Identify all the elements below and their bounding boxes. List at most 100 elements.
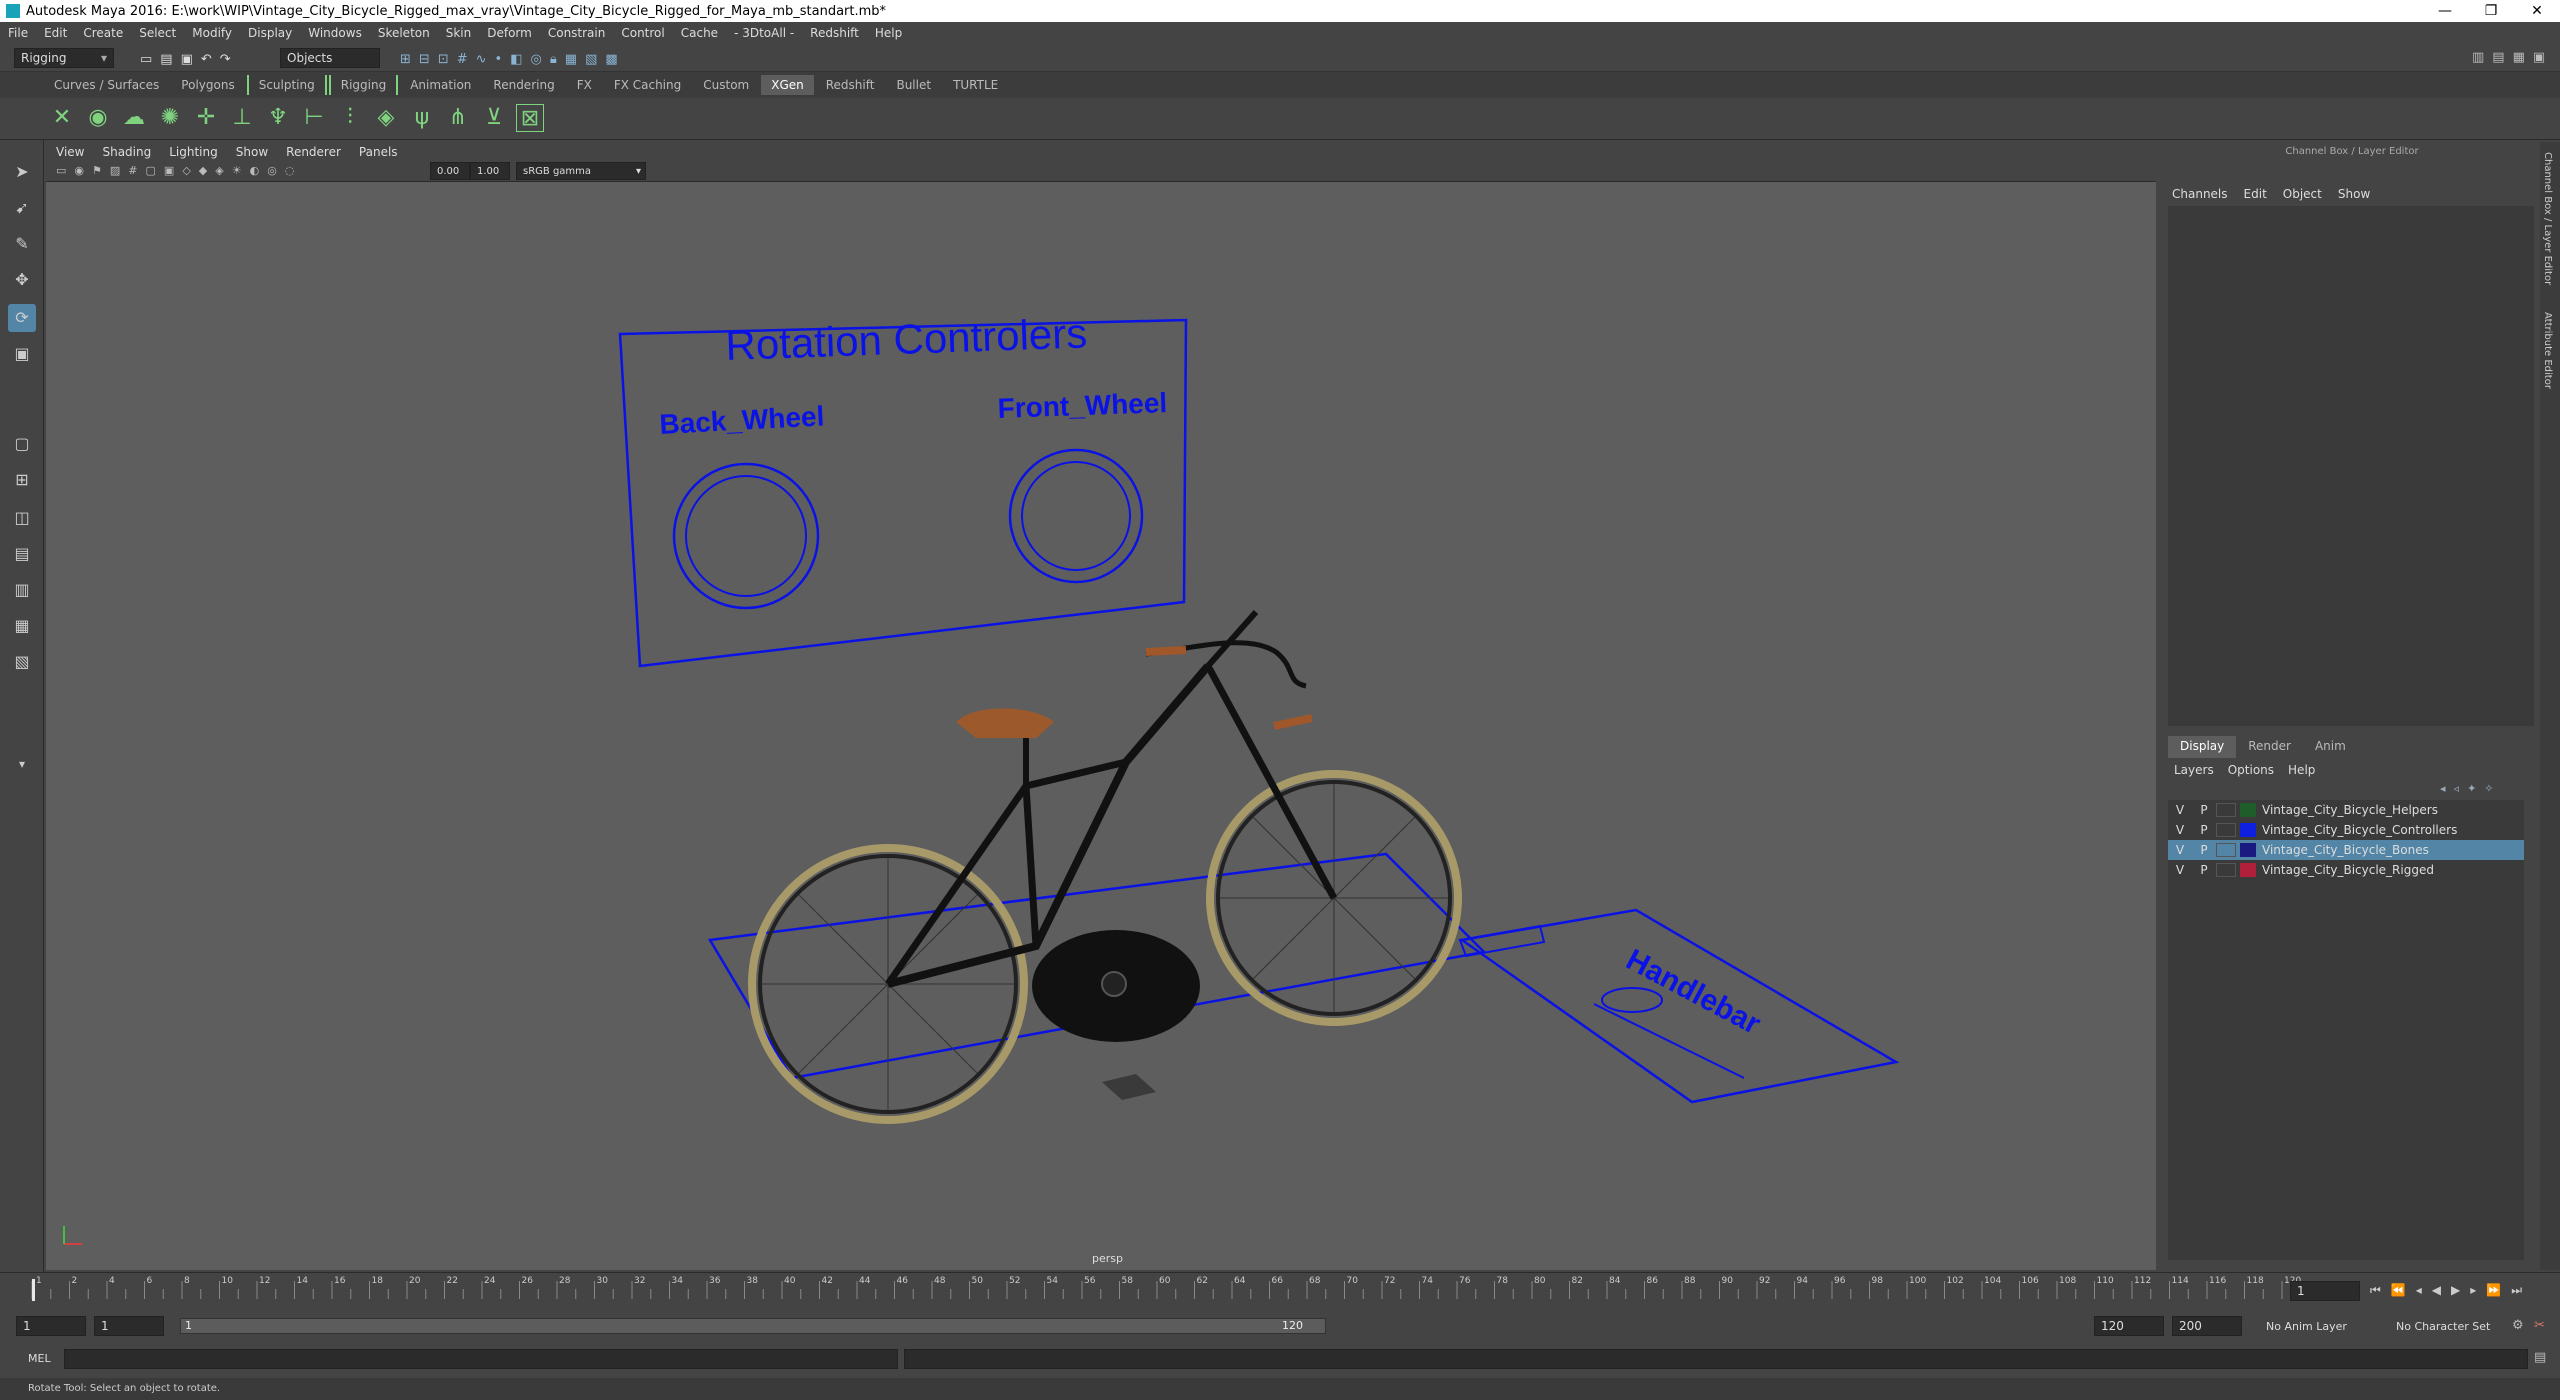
back-wheel-controller-inner[interactable] <box>685 475 807 597</box>
minimize-button[interactable]: — <box>2422 0 2468 22</box>
xgen-cutter-icon[interactable]: ⊻ <box>480 104 508 132</box>
scale-tool-icon[interactable]: ▣ <box>8 340 36 368</box>
character-set-dropdown[interactable]: No Character Set <box>2396 1320 2506 1333</box>
command-language-label[interactable]: MEL <box>28 1352 51 1365</box>
menu-edit[interactable]: Edit <box>44 26 67 40</box>
textured-icon[interactable]: ◈ <box>215 164 223 180</box>
shelf-tab-rendering[interactable]: Rendering <box>483 75 564 95</box>
lock-icon[interactable]: 🔒︎ <box>550 52 557 67</box>
xgen-noise-icon[interactable]: ⋔ <box>444 104 472 132</box>
step-forward-frame-icon[interactable]: ▸ <box>2470 1283 2476 1299</box>
lights-icon[interactable]: ☀ <box>232 164 242 180</box>
shelf-tab-fx-caching[interactable]: FX Caching <box>604 75 691 95</box>
redo-icon[interactable]: ↷ <box>220 52 231 67</box>
rotate-tool-icon[interactable]: ⟳ <box>8 304 36 332</box>
viewport-menu-panels[interactable]: Panels <box>359 145 398 159</box>
front-wheel-controller-inner[interactable] <box>1021 461 1131 571</box>
playback-start-field[interactable]: 1 <box>94 1316 164 1336</box>
layer-row[interactable]: V P Vintage_City_Bicycle_Controllers <box>2168 820 2524 840</box>
layer-display-type-toggle[interactable] <box>2216 823 2236 837</box>
layout-view-icon[interactable]: ▧ <box>8 648 36 676</box>
save-scene-icon[interactable]: ▣ <box>181 52 193 67</box>
layer-color-swatch[interactable] <box>2240 863 2256 877</box>
film-gate-icon[interactable]: ▢ <box>146 164 156 180</box>
viewport-menu-show[interactable]: Show <box>236 145 268 159</box>
xgen-comb-icon[interactable]: ⫶ <box>336 104 364 132</box>
script-editor-icon[interactable]: ▤ <box>2534 1350 2546 1365</box>
viewport-menu-renderer[interactable]: Renderer <box>286 145 341 159</box>
end-time-field[interactable]: 200 <box>2172 1316 2242 1336</box>
select-hierarchy-icon[interactable]: ⊞ <box>400 52 411 67</box>
viewport-menu-view[interactable]: View <box>56 145 84 159</box>
xgen-add-icon[interactable]: ✛ <box>192 104 220 132</box>
menu-modify[interactable]: Modify <box>192 26 232 40</box>
resolution-gate-icon[interactable]: ▣ <box>164 164 174 180</box>
colorspace-dropdown[interactable]: sRGB gamma ▾ <box>516 162 646 180</box>
shelf-tab-animation[interactable]: Animation <box>400 75 481 95</box>
outliner-view-icon[interactable]: ▤ <box>8 540 36 568</box>
auto-key-icon[interactable]: ⚙ <box>2512 1318 2524 1333</box>
xgen-editor-icon[interactable]: ✕ <box>48 104 76 132</box>
snap-surface-icon[interactable]: ◧ <box>510 52 522 67</box>
start-time-field[interactable]: 1 <box>16 1316 86 1336</box>
snap-point-icon[interactable]: • <box>495 52 503 67</box>
layer-name[interactable]: Vintage_City_Bicycle_Helpers <box>2262 803 2438 817</box>
layer-display-type-toggle[interactable] <box>2216 863 2236 877</box>
shelf-tab-turtle[interactable]: TURTLE <box>943 75 1008 95</box>
time-slider[interactable]: 1 2 4 6 8 10 12 14 16 18 20 22 24 26 28 30 32 34 36 38 40 42 4… <box>0 1272 2560 1308</box>
layer-menu-layers[interactable]: Layers <box>2174 763 2214 777</box>
channel-box-side-tab[interactable]: Channel Box / Layer Editor <box>2542 152 2553 285</box>
xgen-groom-icon[interactable]: ✺ <box>156 104 184 132</box>
menu-display[interactable]: Display <box>248 26 292 40</box>
shelf-tab-rigging[interactable]: Rigging <box>328 75 399 95</box>
new-scene-icon[interactable]: ▭ <box>140 52 152 67</box>
modeling-toolkit-icon[interactable]: ▥ <box>2472 50 2484 66</box>
front-wheel-controller-outer[interactable] <box>1008 448 1144 584</box>
image-plane-icon[interactable]: ▨ <box>110 164 120 180</box>
menu-cache[interactable]: Cache <box>681 26 718 40</box>
current-time-indicator[interactable] <box>32 1279 35 1301</box>
playback-end-field[interactable]: 120 <box>2094 1316 2164 1336</box>
layer-visibility-toggle[interactable]: V <box>2168 863 2192 877</box>
xray-icon[interactable]: ◎ <box>267 164 277 180</box>
channel-box-menu-show[interactable]: Show <box>2338 187 2370 201</box>
xgen-globe-icon[interactable]: ◉ <box>84 104 112 132</box>
go-to-end-icon[interactable]: ⏭ <box>2511 1283 2522 1299</box>
current-frame-field[interactable]: 1 <box>2290 1281 2360 1301</box>
camera-attr-icon[interactable]: ◉ <box>74 164 84 180</box>
layer-name[interactable]: Vintage_City_Bicycle_Controllers <box>2262 823 2457 837</box>
xgen-density-icon[interactable]: ♆ <box>264 104 292 132</box>
smooth-shade-icon[interactable]: ◆ <box>199 164 207 180</box>
step-back-key-icon[interactable]: ⏪ <box>2391 1283 2406 1299</box>
layer-menu-help[interactable]: Help <box>2288 763 2315 777</box>
render-icon[interactable]: ▦ <box>565 52 577 67</box>
layer-visibility-toggle[interactable]: V <box>2168 823 2192 837</box>
channel-box-menu-edit[interactable]: Edit <box>2244 187 2267 201</box>
new-empty-layer-icon[interactable]: ✦ <box>2467 782 2476 798</box>
more-layouts-icon[interactable]: ▾ <box>8 750 36 778</box>
new-layer-selected-icon[interactable]: ✧ <box>2484 782 2493 798</box>
menu-file[interactable]: File <box>8 26 28 40</box>
menu-skeleton[interactable]: Skeleton <box>378 26 430 40</box>
lasso-tool-icon[interactable]: ➹ <box>8 194 36 222</box>
handlebar-controller[interactable]: Handlebar <box>1458 908 1900 1104</box>
shelf-tab-bullet[interactable]: Bullet <box>886 75 941 95</box>
channel-box-menu-channels[interactable]: Channels <box>2172 187 2228 201</box>
xgen-preview-icon[interactable]: ⊠ <box>516 104 544 132</box>
menu-deform[interactable]: Deform <box>487 26 532 40</box>
play-backward-icon[interactable]: ◀ <box>2432 1283 2441 1299</box>
layer-display-type-toggle[interactable] <box>2216 803 2236 817</box>
xgen-layer-icon[interactable]: ◈ <box>372 104 400 132</box>
layer-playback-toggle[interactable]: P <box>2192 823 2216 837</box>
camera-select-icon[interactable]: ▭ <box>56 164 66 180</box>
select-tool-icon[interactable]: ➤ <box>8 158 36 186</box>
go-to-start-icon[interactable]: ⏮ <box>2370 1283 2381 1299</box>
layer-color-swatch[interactable] <box>2240 843 2256 857</box>
shelf-tab-polygons[interactable]: Polygons <box>171 75 244 95</box>
ipr-icon[interactable]: ▧ <box>585 52 597 67</box>
move-layer-up-icon[interactable]: ◂ <box>2440 782 2446 798</box>
undo-icon[interactable]: ↶ <box>201 52 212 67</box>
channel-box-menu-object[interactable]: Object <box>2283 187 2322 201</box>
layer-row[interactable]: V P Vintage_City_Bicycle_Rigged <box>2168 860 2524 880</box>
layer-name[interactable]: Vintage_City_Bicycle_Rigged <box>2262 863 2434 877</box>
